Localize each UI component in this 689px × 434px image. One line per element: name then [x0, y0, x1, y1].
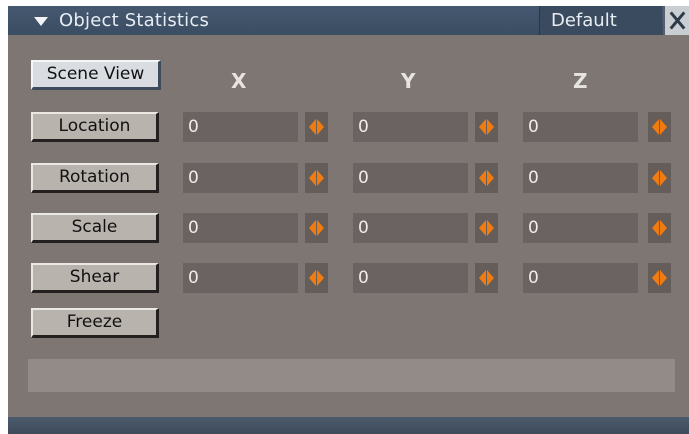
location-y-field[interactable]: 0	[353, 112, 468, 142]
scale-z-spinner-icon[interactable]	[648, 213, 671, 243]
shear-y-field[interactable]: 0	[353, 263, 468, 293]
rotation-z-spinner-icon[interactable]	[648, 163, 671, 193]
close-icon[interactable]	[663, 6, 689, 35]
shear-z-field[interactable]: 0	[523, 263, 638, 293]
scale-x-spinner-icon[interactable]	[305, 213, 328, 243]
location-x-field[interactable]: 0	[183, 112, 298, 142]
axis-y-header: Y	[401, 69, 416, 93]
shear-x-spinner-icon[interactable]	[305, 263, 328, 293]
status-bar	[28, 359, 675, 392]
scale-x-field[interactable]: 0	[183, 213, 298, 243]
scene-view-button[interactable]: Scene View	[31, 60, 161, 90]
freeze-button[interactable]: Freeze	[31, 308, 159, 338]
preset-selector[interactable]: Default	[539, 6, 662, 35]
rotation-x-spinner-icon[interactable]	[305, 163, 328, 193]
scale-y-field[interactable]: 0	[353, 213, 468, 243]
location-button[interactable]: Location	[31, 112, 159, 142]
rotation-y-spinner-icon[interactable]	[475, 163, 498, 193]
axis-x-header: X	[231, 69, 247, 93]
preset-label: Default	[551, 10, 617, 31]
location-y-spinner-icon[interactable]	[475, 112, 498, 142]
panel-title: Object Statistics	[59, 10, 210, 31]
title-bar: Object Statistics Default	[8, 6, 689, 35]
scale-button[interactable]: Scale	[31, 213, 159, 243]
shear-x-field[interactable]: 0	[183, 263, 298, 293]
rotation-y-field[interactable]: 0	[353, 163, 468, 193]
panel-footer	[8, 417, 689, 434]
location-z-spinner-icon[interactable]	[648, 112, 671, 142]
shear-button[interactable]: Shear	[31, 263, 159, 293]
rotation-x-field[interactable]: 0	[183, 163, 298, 193]
location-z-field[interactable]: 0	[523, 112, 638, 142]
rotation-z-field[interactable]: 0	[523, 163, 638, 193]
scale-z-field[interactable]: 0	[523, 213, 638, 243]
shear-z-spinner-icon[interactable]	[648, 263, 671, 293]
scale-y-spinner-icon[interactable]	[475, 213, 498, 243]
object-statistics-panel: Object Statistics Default Scene View X Y…	[8, 6, 689, 434]
rotation-button[interactable]: Rotation	[31, 163, 159, 193]
location-x-spinner-icon[interactable]	[305, 112, 328, 142]
axis-z-header: Z	[573, 69, 588, 93]
shear-y-spinner-icon[interactable]	[475, 263, 498, 293]
collapse-triangle-icon[interactable]	[34, 17, 48, 26]
